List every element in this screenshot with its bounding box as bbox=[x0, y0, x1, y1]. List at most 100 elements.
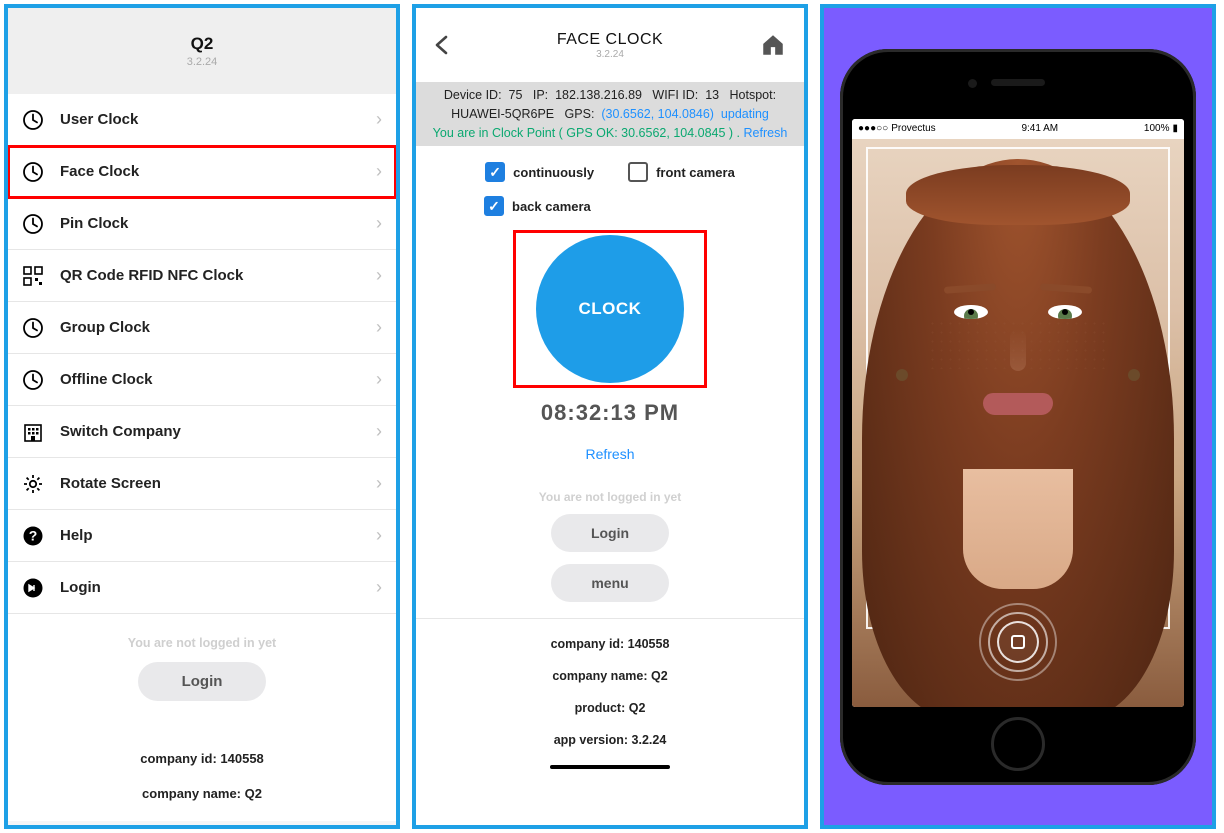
front-camera-label: front camera bbox=[656, 165, 735, 180]
clock-icon bbox=[22, 161, 44, 183]
hotspot-label: Hotspot: bbox=[730, 88, 777, 102]
chevron-right-icon: › bbox=[376, 265, 382, 286]
ip-label: IP: bbox=[533, 88, 548, 102]
menu-item-label: Switch Company bbox=[60, 423, 376, 440]
stop-icon bbox=[1011, 635, 1025, 649]
menu-item-label: Offline Clock bbox=[60, 371, 376, 388]
login-icon bbox=[22, 577, 44, 599]
ip-value: 182.138.216.89 bbox=[555, 88, 642, 102]
chevron-right-icon: › bbox=[376, 369, 382, 390]
menu-screen: Q2 3.2.24 User Clock›Face Clock›Pin Cloc… bbox=[4, 4, 400, 829]
refresh-link[interactable]: Refresh bbox=[416, 446, 804, 462]
clock-button[interactable]: CLOCK bbox=[536, 235, 684, 383]
continuously-checkbox[interactable]: continuously bbox=[485, 162, 594, 182]
menu-button[interactable]: menu bbox=[551, 564, 669, 602]
menu-item-login[interactable]: Login› bbox=[8, 562, 396, 614]
menu-footer: You are not logged in yet Login bbox=[8, 614, 396, 711]
clock-button-highlight: CLOCK bbox=[513, 230, 707, 388]
qr-icon bbox=[22, 265, 44, 287]
company-name-label: company name: Q2 bbox=[416, 669, 804, 683]
checkbox-checked-icon bbox=[484, 196, 504, 216]
battery-label: 100% bbox=[1144, 123, 1170, 134]
face-clock-body: continuously front camera back camera CL… bbox=[416, 146, 804, 769]
device-id-value: 75 bbox=[509, 88, 523, 102]
phone-front-camera bbox=[968, 79, 977, 88]
chevron-right-icon: › bbox=[376, 473, 382, 494]
menu-item-pin-clock[interactable]: Pin Clock› bbox=[8, 198, 396, 250]
home-indicator bbox=[550, 765, 670, 769]
clock-icon bbox=[22, 109, 44, 131]
back-camera-checkbox[interactable]: back camera bbox=[484, 196, 591, 216]
back-button[interactable] bbox=[430, 33, 460, 57]
product-label: product: Q2 bbox=[416, 701, 804, 715]
company-id-label: company id: 140558 bbox=[8, 751, 396, 766]
device-id-label: Device ID: bbox=[444, 88, 502, 102]
app-version: 3.2.24 bbox=[187, 56, 218, 68]
camera-preview bbox=[852, 139, 1184, 707]
wifi-value: 13 bbox=[705, 88, 719, 102]
menu-item-help[interactable]: Help› bbox=[8, 510, 396, 562]
menu-item-rotate-screen[interactable]: Rotate Screen› bbox=[8, 458, 396, 510]
menu-item-label: Pin Clock bbox=[60, 215, 376, 232]
carrier-label: Provectus bbox=[891, 123, 935, 134]
clock-icon bbox=[22, 317, 44, 339]
device-info-bar: Device ID: 75 IP: 182.138.216.89 WIFI ID… bbox=[416, 82, 804, 146]
gps-value: (30.6562, 104.0846) bbox=[601, 107, 714, 121]
checkbox-unchecked-icon bbox=[628, 162, 648, 182]
login-button[interactable]: Login bbox=[551, 514, 669, 552]
menu-item-user-clock[interactable]: User Clock› bbox=[8, 94, 396, 146]
shutter-button[interactable] bbox=[979, 603, 1057, 681]
menu-item-label: QR Code RFID NFC Clock bbox=[60, 267, 376, 284]
menu-item-label: Login bbox=[60, 579, 376, 596]
chevron-right-icon: › bbox=[376, 421, 382, 442]
phone-frame: ●●●○○ Provectus 9:41 AM 100% ▮ bbox=[840, 49, 1196, 785]
menu-item-group-clock[interactable]: Group Clock› bbox=[8, 302, 396, 354]
not-logged-label: You are not logged in yet bbox=[416, 490, 804, 504]
home-button[interactable] bbox=[760, 32, 790, 58]
menu-header: Q2 3.2.24 bbox=[8, 8, 396, 94]
menu-item-label: Face Clock bbox=[60, 163, 376, 180]
clockpoint-status: You are in Clock Point ( GPS OK: 30.6562… bbox=[433, 126, 740, 140]
menu-item-qr-code-rfid-nfc-clock[interactable]: QR Code RFID NFC Clock› bbox=[8, 250, 396, 302]
menu-item-switch-company[interactable]: Switch Company› bbox=[8, 406, 396, 458]
company-name-label: company name: Q2 bbox=[8, 786, 396, 801]
chevron-right-icon: › bbox=[376, 161, 382, 182]
menu-item-label: Rotate Screen bbox=[60, 475, 376, 492]
clock-icon bbox=[22, 213, 44, 235]
menu-item-face-clock[interactable]: Face Clock› bbox=[8, 146, 396, 198]
chevron-right-icon: › bbox=[376, 317, 382, 338]
menu-list: User Clock›Face Clock›Pin Clock›QR Code … bbox=[8, 94, 396, 614]
screen-version: 3.2.24 bbox=[557, 49, 663, 60]
building-icon bbox=[22, 421, 44, 443]
wifi-label: WIFI ID: bbox=[652, 88, 698, 102]
login-button[interactable]: Login bbox=[138, 662, 267, 701]
app-title: Q2 bbox=[191, 34, 214, 54]
info-refresh-link[interactable]: Refresh bbox=[744, 126, 788, 140]
chevron-right-icon: › bbox=[376, 525, 382, 546]
time-display: 08:32:13 PM bbox=[416, 400, 804, 426]
front-camera-checkbox[interactable]: front camera bbox=[628, 162, 735, 182]
chevron-right-icon: › bbox=[376, 109, 382, 130]
chevron-right-icon: › bbox=[376, 213, 382, 234]
menu-item-label: Help bbox=[60, 527, 376, 544]
battery-icon: ▮ bbox=[1172, 123, 1178, 134]
back-camera-label: back camera bbox=[512, 199, 591, 214]
face-clock-header: FACE CLOCK 3.2.24 bbox=[416, 8, 804, 82]
menu-item-offline-clock[interactable]: Offline Clock› bbox=[8, 354, 396, 406]
statusbar-time: 9:41 AM bbox=[1021, 123, 1058, 134]
continuously-label: continuously bbox=[513, 165, 594, 180]
phone-speaker bbox=[991, 79, 1045, 86]
hotspot-value: HUAWEI-5QR6PE bbox=[451, 107, 554, 121]
gps-status: updating bbox=[721, 107, 769, 121]
app-version-label: app version: 3.2.24 bbox=[416, 733, 804, 747]
face-clock-screen: FACE CLOCK 3.2.24 Device ID: 75 IP: 182.… bbox=[412, 4, 808, 829]
signal-icon: ●●●○○ bbox=[858, 123, 888, 134]
screen-title: FACE CLOCK bbox=[557, 31, 663, 49]
status-bar: ●●●○○ Provectus 9:41 AM 100% ▮ bbox=[852, 119, 1184, 139]
not-logged-label: You are not logged in yet bbox=[8, 636, 396, 650]
phone-screen: ●●●○○ Provectus 9:41 AM 100% ▮ bbox=[852, 119, 1184, 707]
menu-item-label: User Clock bbox=[60, 111, 376, 128]
chevron-left-icon bbox=[430, 33, 454, 57]
phone-home-button[interactable] bbox=[991, 717, 1045, 771]
gps-label: GPS: bbox=[565, 107, 595, 121]
